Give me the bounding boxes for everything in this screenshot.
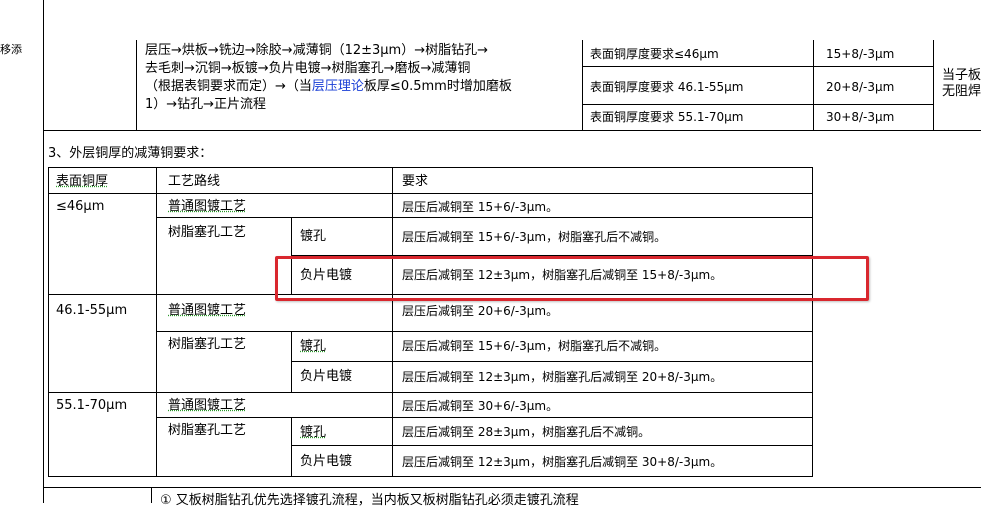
- left-fragment-text: 移添: [0, 43, 22, 56]
- flow-line-3-part-a: （根据表铜要求而定）→（当: [145, 79, 312, 94]
- g3-req-1: 层压后减铜至 30+6/-3μm。: [402, 399, 559, 413]
- group-line-2: [48, 392, 813, 393]
- row-line-g2-1: [156, 331, 813, 332]
- g2-req-2: 层压后减铜至 15+6/-3μm，树脂塞孔后不减铜。: [402, 339, 667, 353]
- header-route: 工艺路线: [168, 174, 221, 189]
- table-col-1: [156, 167, 157, 476]
- table-bottom-border: [48, 476, 813, 477]
- g1-sub-plating: 镀孔: [300, 229, 327, 244]
- flow-line-4: 1）→钻孔→正片流程: [145, 97, 267, 112]
- section-3-title: 3、外层铜厚的减薄铜要求：: [48, 146, 213, 161]
- g2-req-1: 层压后减铜至 20+6/-3μm。: [402, 304, 559, 318]
- right-cut-line-1: 当子板: [942, 68, 981, 83]
- row-line-g3-2: [291, 445, 813, 446]
- bottom-col-line: [151, 487, 152, 503]
- g3-route-plain: 普通图镀工艺: [168, 398, 247, 413]
- g2-sub-plating: 镀孔: [300, 339, 327, 354]
- flow-line-1: 层压→烘板→铣边→除胶→减薄铜（12±3μm）→树脂钻孔→: [145, 43, 488, 58]
- req-col-line-3: [933, 40, 934, 130]
- flow-line-2: 去毛刺→沉铜→板镀→负片电镀→树脂塞孔→磨板→减薄铜: [145, 61, 471, 76]
- right-cut-line-2: 无阻焊: [942, 84, 981, 99]
- g3-req-3: 层压后减铜至 12±3μm，树脂塞孔后减铜至 30+8/-3μm。: [402, 455, 723, 469]
- table-header-bottom: [48, 193, 813, 194]
- table-right-border: [812, 167, 813, 476]
- table-col-2-g3: [291, 417, 292, 476]
- req-label-2: 表面铜厚度要求 46.1-55μm: [590, 80, 744, 94]
- g2-route-resin: 树脂塞孔工艺: [168, 337, 247, 352]
- g1-req-1: 层压后减铜至 15+6/-3μm。: [402, 200, 559, 214]
- g2-sub-negative: 负片电镀: [300, 369, 353, 384]
- header-requirement: 要求: [402, 174, 429, 189]
- req-label-1: 表面铜厚度要求≤46μm: [590, 47, 719, 61]
- row-line-g1-1: [156, 217, 813, 218]
- g1-route-plain: 普通图镀工艺: [168, 199, 247, 214]
- req-value-1: 15+8/-3μm: [826, 47, 895, 61]
- header-thickness: 表面铜厚: [56, 174, 109, 189]
- row-line-g3-1: [156, 417, 813, 418]
- table-left-border: [48, 167, 49, 476]
- table-col-3: [392, 167, 393, 476]
- top-section-bottom-line: [43, 130, 981, 131]
- g2-thickness: 46.1-55μm: [56, 303, 128, 318]
- g1-route-resin: 树脂塞孔工艺: [168, 225, 247, 240]
- bottom-cut-text: ① 又板树脂钻孔优先选择镀孔流程，当内板又板树脂钻孔必须走镀孔流程: [160, 493, 579, 508]
- g3-route-resin: 树脂塞孔工艺: [168, 423, 247, 438]
- row-line-g2-2: [291, 361, 813, 362]
- req-value-3: 30+8/-3μm: [826, 110, 895, 124]
- g2-route-plain: 普通图镀工艺: [168, 303, 247, 318]
- g1-req-2: 层压后减铜至 15+6/-3μm，树脂塞孔后不减铜。: [402, 230, 667, 244]
- req-row-line-1: [582, 66, 933, 67]
- outer-left-border: [43, 0, 44, 503]
- req-col-line-1: [582, 40, 583, 130]
- req-col-line-2: [813, 40, 814, 130]
- req-value-2: 20+8/-3μm: [826, 80, 895, 94]
- flow-line-3-part-c: 板厚≤0.5mm时增加磨板: [363, 79, 512, 94]
- highlight-annotation-box: [275, 256, 869, 301]
- table-top-border: [48, 167, 813, 168]
- g3-thickness: 55.1-70μm: [56, 398, 128, 413]
- req-label-3: 表面铜厚度要求 55.1-70μm: [590, 110, 744, 124]
- g3-sub-negative: 负片电镀: [300, 454, 353, 469]
- g2-req-3: 层压后减铜至 12±3μm，树脂塞孔后减铜至 20+8/-3μm。: [402, 370, 723, 384]
- req-row-line-2: [582, 104, 933, 105]
- bottom-section-top-line: [43, 487, 981, 488]
- g3-sub-plating: 镀孔: [300, 425, 327, 440]
- flow-line-3: （根据表铜要求而定）→（当层压理论板厚≤0.5mm时增加磨板: [145, 80, 512, 93]
- top-left-col-line: [136, 40, 137, 130]
- g3-req-2: 层压后减铜至 28±3μm，树脂塞孔后不减铜。: [402, 425, 651, 439]
- flow-line-3-link[interactable]: 层压理论: [312, 79, 364, 94]
- g1-thickness: ≤46μm: [56, 199, 105, 214]
